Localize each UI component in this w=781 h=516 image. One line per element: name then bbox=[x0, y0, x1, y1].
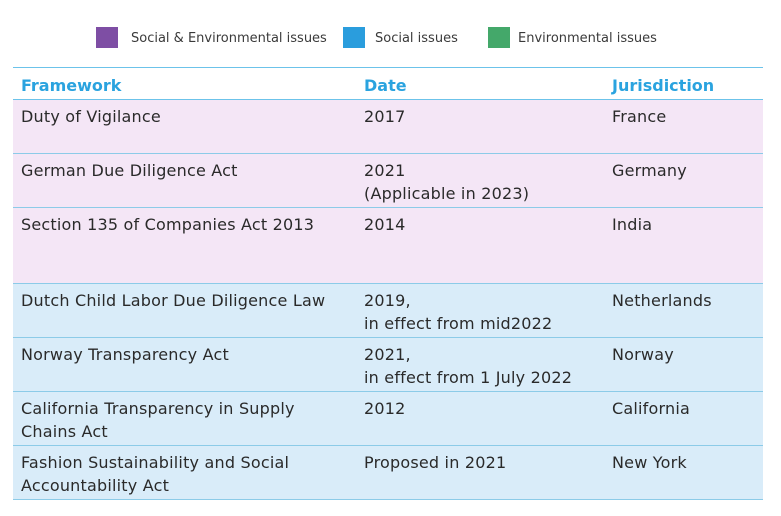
cell-date: 2021 (Applicable in 2023) bbox=[356, 153, 604, 208]
cell-jurisdiction: Netherlands bbox=[604, 283, 763, 338]
table-row: Norway Transparency Act 2021, in effect … bbox=[13, 337, 763, 392]
cell-jurisdiction: California bbox=[604, 391, 763, 446]
cell-framework: German Due Diligence Act bbox=[13, 153, 356, 208]
cell-jurisdiction: India bbox=[604, 207, 763, 284]
column-header-date: Date bbox=[356, 67, 604, 100]
cell-framework: California Transparency in Supply Chains… bbox=[13, 391, 356, 446]
column-header-framework: Framework bbox=[13, 67, 356, 100]
table-row: California Transparency in Supply Chains… bbox=[13, 391, 763, 446]
table-row: Duty of Vigilance 2017 France bbox=[13, 99, 763, 154]
cell-framework: Dutch Child Labor Due Diligence Law bbox=[13, 283, 356, 338]
column-header-jurisdiction: Jurisdiction bbox=[604, 67, 763, 100]
table-row: Fashion Sustainability and Social Accoun… bbox=[13, 445, 763, 500]
cell-date: 2014 bbox=[356, 207, 604, 284]
legend: Social & Environmental issues Social iss… bbox=[0, 27, 781, 51]
table-row: Dutch Child Labor Due Diligence Law 2019… bbox=[13, 283, 763, 338]
cell-jurisdiction: Norway bbox=[604, 337, 763, 392]
table-row: Section 135 of Companies Act 2013 2014 I… bbox=[13, 207, 763, 284]
legend-swatch bbox=[96, 27, 118, 48]
cell-date: 2012 bbox=[356, 391, 604, 446]
legend-swatch bbox=[488, 27, 510, 48]
legend-label: Social issues bbox=[375, 31, 458, 46]
legend-label: Social & Environmental issues bbox=[131, 31, 327, 46]
cell-date: Proposed in 2021 bbox=[356, 445, 604, 500]
cell-framework: Duty of Vigilance bbox=[13, 99, 356, 154]
legend-swatch bbox=[343, 27, 365, 48]
table-row: German Due Diligence Act 2021 (Applicabl… bbox=[13, 153, 763, 208]
cell-date: 2021, in effect from 1 July 2022 bbox=[356, 337, 604, 392]
cell-jurisdiction: Germany bbox=[604, 153, 763, 208]
cell-date: 2017 bbox=[356, 99, 604, 154]
cell-jurisdiction: France bbox=[604, 99, 763, 154]
cell-framework: Norway Transparency Act bbox=[13, 337, 356, 392]
frameworks-table: Framework Date Jurisdiction Duty of Vigi… bbox=[13, 67, 763, 500]
cell-date: 2019, in effect from mid2022 bbox=[356, 283, 604, 338]
cell-framework: Fashion Sustainability and Social Accoun… bbox=[13, 445, 356, 500]
legend-label: Environmental issues bbox=[518, 31, 657, 46]
cell-jurisdiction: New York bbox=[604, 445, 763, 500]
table-header-row: Framework Date Jurisdiction bbox=[13, 67, 763, 100]
cell-framework: Section 135 of Companies Act 2013 bbox=[13, 207, 356, 284]
